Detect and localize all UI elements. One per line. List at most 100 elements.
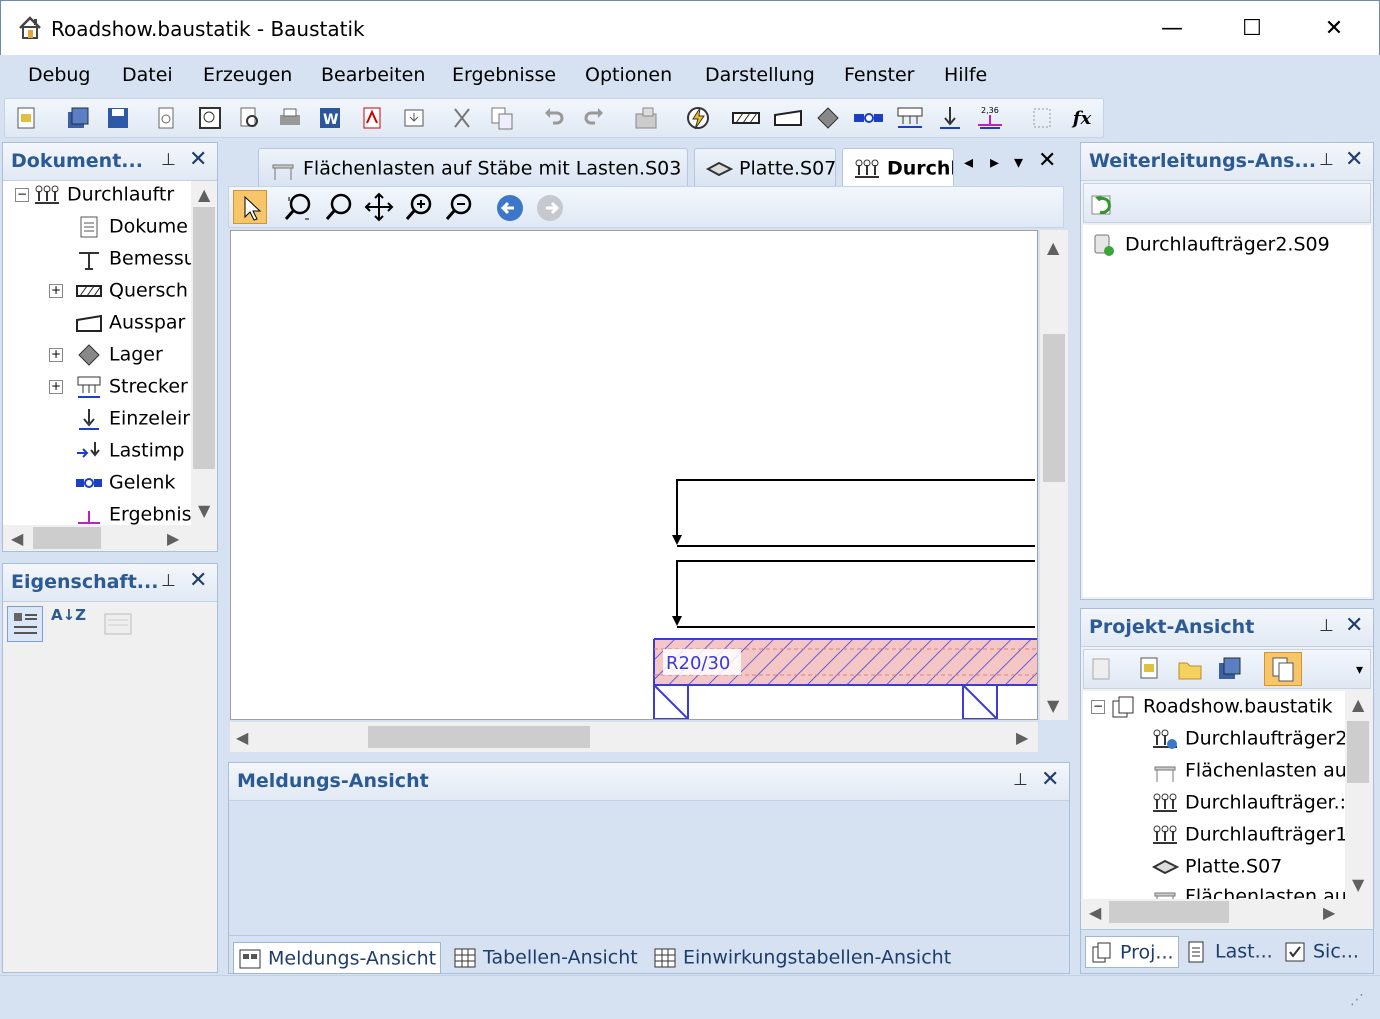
export-icon[interactable] <box>399 103 429 133</box>
tree-item-gelenk[interactable]: Gelenk <box>75 471 175 495</box>
project-item[interactable]: Durchlaufträger.: <box>1151 791 1345 815</box>
scroll-right-arrow-icon[interactable]: ▶ <box>1016 728 1028 747</box>
cross-section-icon[interactable] <box>731 103 761 133</box>
properties-icon[interactable] <box>1088 655 1116 687</box>
close-window-button[interactable]: ✕ <box>1293 1 1375 56</box>
scroll-left-arrow-icon[interactable]: ◀ <box>236 728 248 747</box>
tab-einwirkungstabellen-ansicht[interactable]: Einwirkungstabellen-Ansicht <box>649 942 955 974</box>
pin-icon[interactable]: ⊥ <box>161 571 176 591</box>
zoom-window-icon[interactable] <box>283 191 315 227</box>
formula-icon[interactable]: fx <box>1067 103 1097 133</box>
load-arrow-upper[interactable] <box>672 479 1035 547</box>
canvas-hscroll[interactable]: ◀ ▶ <box>230 722 1038 752</box>
maximize-button[interactable]: ☐ <box>1211 1 1293 56</box>
refresh-icon[interactable] <box>1088 188 1118 222</box>
project-overview-icon[interactable] <box>1264 652 1302 686</box>
undo-icon[interactable] <box>539 103 569 133</box>
tree-item-aussparung[interactable]: Ausspar <box>75 311 185 335</box>
scroll-down-arrow-icon[interactable]: ▼ <box>1047 696 1059 715</box>
categorized-view-icon[interactable] <box>7 606 43 642</box>
zoom-out-icon[interactable] <box>443 191 475 227</box>
project-root[interactable]: − Roadshow.baustatik <box>1091 695 1333 719</box>
zoom-in-icon[interactable] <box>403 191 435 227</box>
copy-icon[interactable] <box>487 103 517 133</box>
scroll-thumb[interactable] <box>368 726 590 748</box>
drawing-canvas[interactable]: R20/30 <box>230 230 1038 720</box>
tree-expander[interactable]: + <box>49 348 63 362</box>
scroll-up-arrow-icon[interactable]: ▲ <box>1047 238 1059 257</box>
project-item[interactable]: Durchlaufträger2 <box>1151 727 1345 751</box>
support-left[interactable] <box>653 684 689 719</box>
calculate-icon[interactable] <box>683 103 713 133</box>
tab-list-dropdown-icon[interactable]: ▾ <box>1014 152 1023 173</box>
save-all-icon[interactable] <box>1216 655 1244 687</box>
results-icon[interactable]: 2,36 <box>975 103 1005 133</box>
zoom-icon[interactable] <box>323 191 355 227</box>
folder-icon[interactable] <box>1176 655 1204 687</box>
tree-expander[interactable]: + <box>49 380 63 394</box>
tab-scroll-right-icon[interactable]: ▸ <box>990 152 999 173</box>
cut-icon[interactable] <box>447 103 477 133</box>
tab-durchlauftraeger[interactable]: Durchl <box>842 148 954 186</box>
minimize-button[interactable]: — <box>1131 1 1213 56</box>
tree-item-streckenlast[interactable]: + Strecker <box>49 375 188 399</box>
tree-item-querschnitt[interactable]: + Quersch <box>49 279 188 303</box>
back-arrow-icon[interactable] <box>495 193 525 227</box>
scroll-right-arrow-icon[interactable]: ▶ <box>1323 903 1335 922</box>
scroll-up-arrow-icon[interactable]: ▲ <box>198 185 210 204</box>
menu-hilfe[interactable]: Hilfe <box>942 64 989 86</box>
menu-darstellung[interactable]: Darstellung <box>703 64 817 86</box>
tree-expander[interactable]: − <box>15 188 29 202</box>
document-tree-vscroll[interactable]: ▲ ▼ <box>191 181 217 525</box>
scroll-thumb[interactable] <box>1347 721 1369 783</box>
scroll-left-arrow-icon[interactable]: ◀ <box>1089 903 1101 922</box>
menu-erzeugen[interactable]: Erzeugen <box>201 64 294 86</box>
tree-item-durchlauftraeger[interactable]: − Durchlauftr <box>15 183 174 207</box>
message-panel-close-icon[interactable]: ✕ <box>1041 767 1059 792</box>
properties-panel-close-icon[interactable]: ✕ <box>189 568 207 593</box>
scroll-thumb[interactable] <box>1043 334 1065 482</box>
pdf-export-icon[interactable] <box>357 103 387 133</box>
tree-expander[interactable]: + <box>49 284 63 298</box>
support-icon[interactable] <box>813 103 843 133</box>
scroll-thumb[interactable] <box>1109 901 1229 923</box>
forwarding-panel-close-icon[interactable]: ✕ <box>1345 147 1363 172</box>
pin-icon[interactable]: ⊥ <box>161 150 176 170</box>
support-right[interactable] <box>962 684 998 719</box>
pin-icon[interactable]: ⊥ <box>1013 770 1028 790</box>
load-arrow-lower[interactable] <box>672 560 1035 628</box>
tree-item-dokument[interactable]: Dokume <box>75 215 188 239</box>
beam-section[interactable]: R20/30 <box>653 638 1038 686</box>
save-icon[interactable] <box>103 103 133 133</box>
tree-expander-icon[interactable]: − <box>1091 700 1105 714</box>
pan-icon[interactable] <box>363 191 395 227</box>
toolbar-overflow-icon[interactable]: ▾ <box>1356 662 1363 678</box>
document-tree-hscroll[interactable]: ◀ ▶ <box>3 525 191 551</box>
project-item[interactable]: Durchlaufträger1 <box>1151 823 1345 847</box>
select-pointer-icon[interactable] <box>233 190 267 224</box>
hinge-icon[interactable] <box>853 103 883 133</box>
scroll-down-arrow-icon[interactable]: ▼ <box>1352 875 1364 894</box>
canvas-vscroll[interactable]: ▲ ▼ <box>1040 230 1068 720</box>
new-document-icon[interactable] <box>11 103 41 133</box>
scroll-right-arrow-icon[interactable]: ▶ <box>167 529 179 548</box>
project-tree-vscroll[interactable]: ▲ ▼ <box>1345 691 1371 899</box>
tree-item-einzellast[interactable]: Einzeleir <box>75 407 190 431</box>
point-load-icon[interactable] <box>935 103 965 133</box>
print-preview-icon[interactable] <box>195 103 225 133</box>
resize-grip-icon[interactable]: ⋰ <box>1350 992 1364 1008</box>
tab-last[interactable]: Last... <box>1181 936 1277 968</box>
printer-icon[interactable] <box>275 103 305 133</box>
menu-fenster[interactable]: Fenster <box>842 64 916 86</box>
sort-alphabetical-icon[interactable]: A↓Z <box>51 608 86 642</box>
tree-item-bemessung[interactable]: Bemessu <box>75 247 191 271</box>
tab-scroll-left-icon[interactable]: ◂ <box>964 152 973 173</box>
menu-ergebnisse[interactable]: Ergebnisse <box>450 64 558 86</box>
close-document-icon[interactable]: ✕ <box>1038 148 1056 173</box>
forward-arrow-icon[interactable] <box>535 193 565 227</box>
tree-item-lager[interactable]: + Lager <box>49 343 163 367</box>
pin-icon[interactable]: ⊥ <box>1319 150 1334 170</box>
selection-frame-icon[interactable] <box>1027 103 1057 133</box>
tab-platte[interactable]: Platte.S07 <box>694 148 836 186</box>
new-document-icon[interactable] <box>1136 655 1164 687</box>
